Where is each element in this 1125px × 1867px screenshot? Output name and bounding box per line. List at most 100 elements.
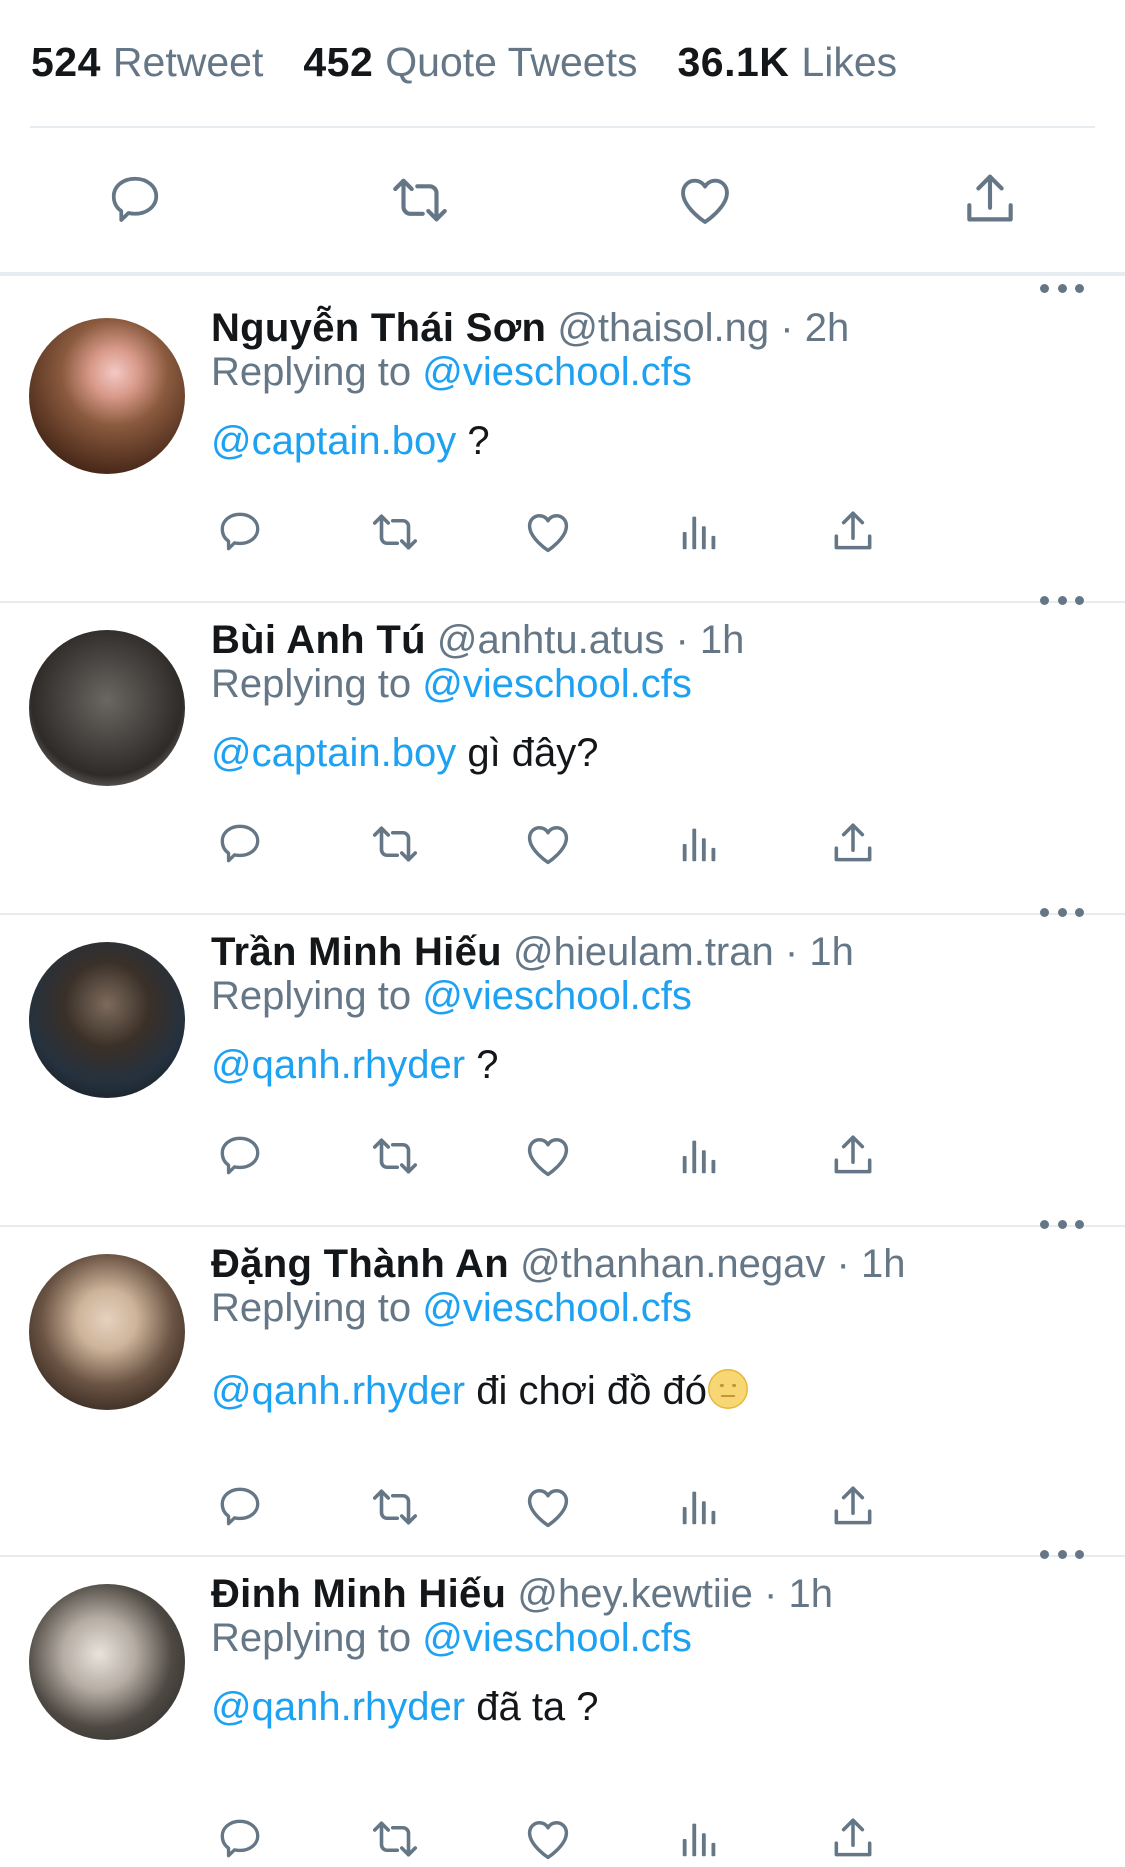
replying-label: Replying to [211,974,412,1018]
analytics-button[interactable] [672,1128,728,1184]
replying-to: Replying to @vieschool.cfs [211,346,692,398]
likes-stat[interactable]: 36.1K Likes [678,39,898,86]
replying-handle-link[interactable]: @vieschool.cfs [422,662,692,706]
display-name[interactable]: Nguyễn Thái Sơn [211,306,546,350]
heart-outline-icon [527,514,569,553]
retweet-button[interactable] [367,1811,423,1867]
reply-body: ? [456,419,490,463]
user-handle[interactable]: @thanhan.negav [520,1242,825,1286]
retweet-button[interactable] [385,165,455,235]
display-name[interactable]: Bùi Anh Tú [211,618,426,662]
analytics-button[interactable] [672,1479,728,1535]
retweet-stat[interactable]: 524 Retweet [31,39,263,86]
display-name[interactable]: Đinh Minh Hiếu [211,1572,506,1616]
share-upload-icon [834,1135,872,1174]
user-handle[interactable]: @thaisol.ng [557,306,769,350]
reply-body: ? [465,1043,499,1087]
share-button[interactable] [825,816,881,872]
retweet-arrows-icon [393,178,447,222]
share-button[interactable] [825,504,881,560]
mention-link[interactable]: @qanh.rhyder [211,1685,465,1729]
mention-link[interactable]: @qanh.rhyder [211,1043,465,1087]
retweet-button[interactable] [367,504,423,560]
replying-to: Replying to @vieschool.cfs [211,658,692,710]
share-upload-icon [834,823,872,862]
quote-label: Quote Tweets [385,38,638,85]
like-button[interactable] [520,1128,576,1184]
more-dot [1057,283,1067,293]
user-handle[interactable]: @hey.kewtiie [517,1572,753,1616]
analytics-button[interactable] [672,1811,728,1867]
more-options-button[interactable] [1040,1214,1084,1234]
user-handle[interactable]: @hieulam.tran [513,930,774,974]
reply-button[interactable] [100,165,170,235]
mention-link[interactable]: @qanh.rhyder [211,1369,465,1413]
replying-handle-link[interactable]: @vieschool.cfs [422,974,692,1018]
like-button[interactable] [520,504,576,560]
retweet-arrows-icon [372,1821,418,1857]
timestamp[interactable]: 1h [789,1572,834,1616]
like-button[interactable] [520,1479,576,1535]
separator-dot: · [836,1242,850,1286]
replying-label: Replying to [211,1286,412,1330]
reply-button[interactable] [212,1128,268,1184]
more-dot [1057,1219,1067,1229]
quote-tweets-stat[interactable]: 452 Quote Tweets [303,39,637,86]
likes-label: Likes [801,38,898,85]
bar-chart-icon [682,1140,716,1174]
more-dots-icon [1040,1549,1049,1559]
avatar[interactable] [29,942,185,1098]
user-handle[interactable]: @anhtu.atus [437,618,664,662]
display-name[interactable]: Đặng Thành An [211,1242,509,1286]
speech-bubble-icon [220,512,260,551]
avatar[interactable] [29,318,185,474]
more-dots-icon [1040,907,1049,917]
reply-button[interactable] [212,816,268,872]
more-options-button[interactable] [1040,902,1084,922]
timestamp[interactable]: 1h [809,930,854,974]
replying-to: Replying to @vieschool.cfs [211,1282,692,1334]
display-name[interactable]: Trần Minh Hiếu [211,930,502,974]
heart-outline-icon [527,1821,569,1860]
like-button[interactable] [670,165,740,235]
avatar[interactable] [29,1254,185,1410]
reply-button[interactable] [212,1479,268,1535]
reply-button[interactable] [212,1811,268,1867]
likes-count: 36.1K [677,38,790,85]
more-options-button[interactable] [1040,590,1084,610]
engagement-stats: 524 Retweet 452 Quote Tweets 36.1K Likes [31,30,937,94]
retweet-button[interactable] [367,1128,423,1184]
analytics-button[interactable] [672,504,728,560]
replying-handle-link[interactable]: @vieschool.cfs [422,350,692,394]
reply-text: @captain.boy ? [211,415,490,467]
avatar[interactable] [29,630,185,786]
share-upload-icon [834,1818,872,1857]
speech-bubble-icon [111,176,159,222]
share-button[interactable] [825,1811,881,1867]
analytics-button[interactable] [672,816,728,872]
reply-divider [0,1225,1125,1227]
more-options-button[interactable] [1040,278,1084,298]
share-upload-icon [834,511,872,550]
retweet-arrows-icon [372,826,418,862]
avatar[interactable] [29,1584,185,1740]
mention-link[interactable]: @captain.boy [211,731,456,775]
timestamp[interactable]: 1h [861,1242,906,1286]
timestamp[interactable]: 1h [700,618,745,662]
like-button[interactable] [520,816,576,872]
reply-button[interactable] [212,504,268,560]
replying-handle-link[interactable]: @vieschool.cfs [422,1616,692,1660]
like-button[interactable] [520,1811,576,1867]
retweet-button[interactable] [367,816,423,872]
more-dot [1075,1219,1084,1229]
share-button[interactable] [825,1479,881,1535]
mention-link[interactable]: @captain.boy [211,419,456,463]
retweet-button[interactable] [367,1479,423,1535]
timestamp[interactable]: 2h [805,306,850,350]
bar-chart-icon [682,516,716,550]
more-options-button[interactable] [1040,1544,1084,1564]
share-button[interactable] [955,165,1025,235]
replying-handle-link[interactable]: @vieschool.cfs [422,1286,692,1330]
reply-text: @qanh.rhyder ? [211,1039,498,1091]
share-button[interactable] [825,1128,881,1184]
